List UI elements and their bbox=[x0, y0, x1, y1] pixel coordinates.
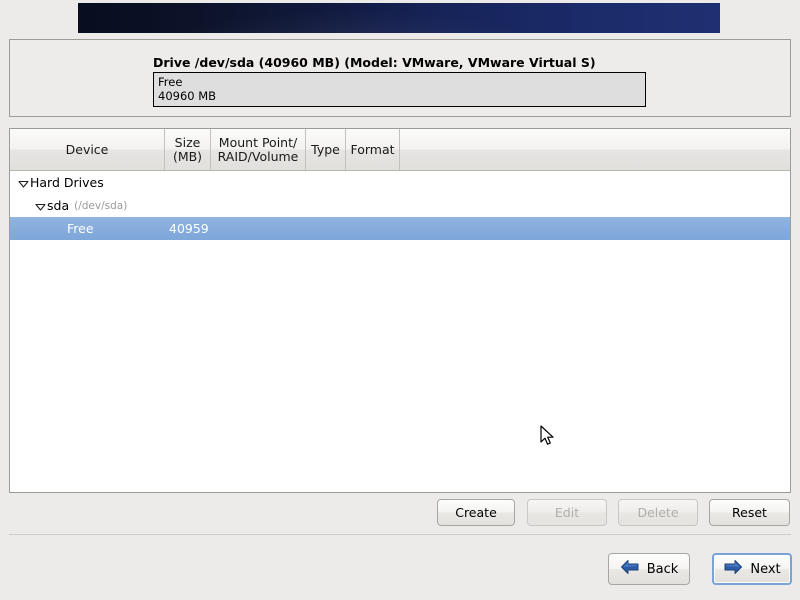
table-body: Hard Drives sda (/dev/sda) Free 40959 bbox=[10, 171, 790, 240]
triangle-down-icon[interactable] bbox=[33, 199, 47, 213]
next-button[interactable]: Next bbox=[712, 553, 792, 585]
column-header-filler bbox=[400, 129, 790, 170]
table-header-row: Device Size (MB) Mount Point/ RAID/Volum… bbox=[10, 129, 790, 171]
table-row[interactable]: Hard Drives bbox=[10, 171, 790, 194]
drive-title: Drive /dev/sda (40960 MB) (Model: VMware… bbox=[153, 55, 596, 70]
arrow-right-icon bbox=[723, 559, 743, 579]
delete-button-label: Delete bbox=[637, 505, 679, 520]
next-button-label: Next bbox=[750, 561, 781, 577]
reset-button-label: Reset bbox=[732, 505, 767, 520]
cell-device: Hard Drives bbox=[10, 175, 165, 190]
create-button-label: Create bbox=[455, 505, 497, 520]
device-name: Hard Drives bbox=[30, 175, 104, 190]
cell-device: sda (/dev/sda) bbox=[10, 198, 165, 213]
header-banner bbox=[78, 3, 720, 33]
device-path: (/dev/sda) bbox=[74, 199, 128, 212]
table-row[interactable]: Free 40959 bbox=[10, 217, 790, 240]
column-header-format[interactable]: Format bbox=[346, 129, 400, 170]
column-header-mount-point[interactable]: Mount Point/ RAID/Volume bbox=[211, 129, 306, 170]
back-button[interactable]: Back bbox=[608, 553, 690, 585]
table-row[interactable]: sda (/dev/sda) bbox=[10, 194, 790, 217]
reset-button[interactable]: Reset bbox=[709, 499, 790, 526]
edit-button-label: Edit bbox=[554, 505, 580, 520]
column-header-size[interactable]: Size (MB) bbox=[165, 129, 211, 170]
drive-summary-panel: Drive /dev/sda (40960 MB) (Model: VMware… bbox=[9, 39, 791, 117]
triangle-down-icon[interactable] bbox=[16, 176, 30, 190]
drive-usage-bar[interactable]: Free 40960 MB bbox=[153, 72, 646, 107]
back-button-label: Back bbox=[646, 561, 679, 577]
column-header-type[interactable]: Type bbox=[306, 129, 346, 170]
column-header-device[interactable]: Device bbox=[10, 129, 165, 170]
device-name: sda bbox=[47, 198, 70, 213]
partition-tree-panel: Device Size (MB) Mount Point/ RAID/Volum… bbox=[9, 128, 791, 493]
cell-size: 40959 bbox=[169, 221, 209, 236]
arrow-left-icon bbox=[620, 559, 640, 579]
device-name: Free bbox=[67, 221, 94, 236]
drive-segment-free-label: Free 40960 MB bbox=[158, 75, 217, 103]
edit-button[interactable]: Edit bbox=[527, 499, 607, 526]
cell-device: Free bbox=[10, 221, 165, 236]
header-banner-area bbox=[0, 0, 800, 36]
create-button[interactable]: Create bbox=[437, 499, 515, 526]
footer-divider bbox=[9, 534, 791, 535]
delete-button[interactable]: Delete bbox=[618, 499, 698, 526]
